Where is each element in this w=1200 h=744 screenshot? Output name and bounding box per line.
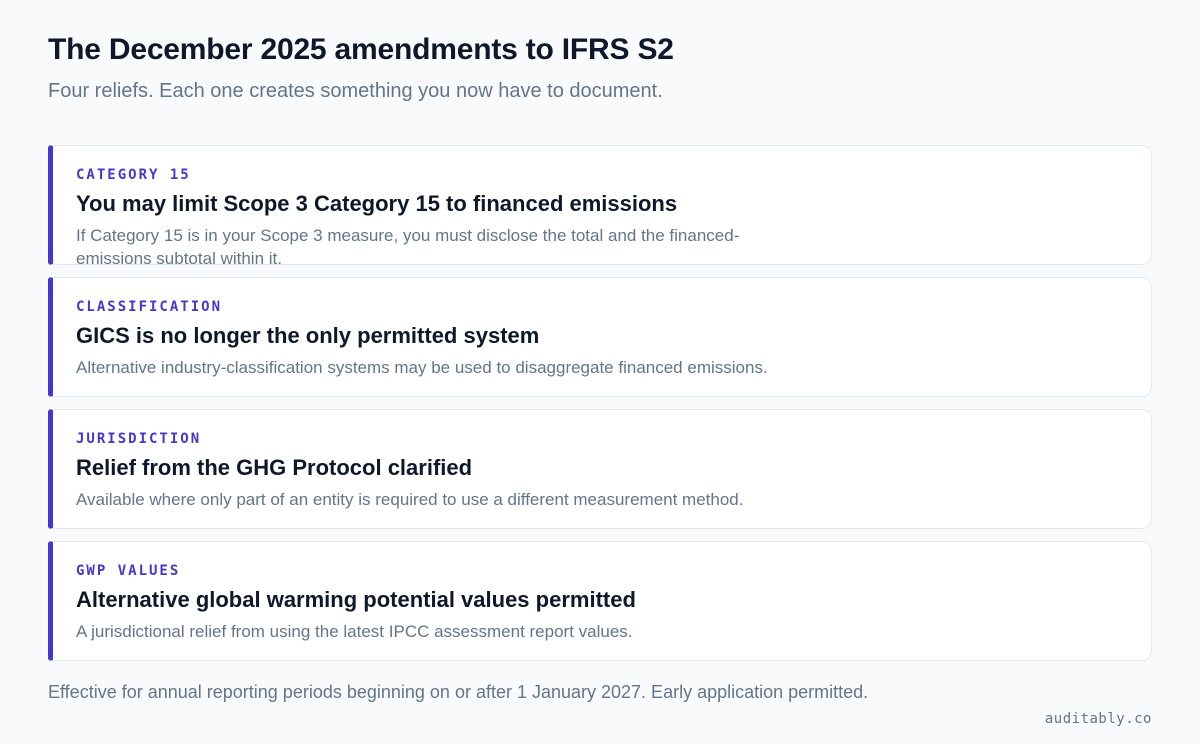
relief-card-classification: CLASSIFICATION GICS is no longer the onl… xyxy=(48,277,1152,397)
relief-card-category-15: CATEGORY 15 You may limit Scope 3 Catego… xyxy=(48,145,1152,265)
card-tag: CATEGORY 15 xyxy=(76,167,191,183)
card-tag: CLASSIFICATION xyxy=(76,299,223,315)
page-title: The December 2025 amendments to IFRS S2 xyxy=(48,33,674,66)
card-tag: JURISDICTION xyxy=(76,431,202,447)
card-heading: Relief from the GHG Protocol clarified xyxy=(76,455,473,480)
card-body: Available where only part of an entity i… xyxy=(76,490,744,509)
card-heading: GICS is no longer the only permitted sys… xyxy=(76,323,540,348)
card-tag: GWP VALUES xyxy=(76,563,181,579)
card-body: Alternative industry-classification syst… xyxy=(76,358,768,377)
relief-card-list: CATEGORY 15 You may limit Scope 3 Catego… xyxy=(48,145,1152,673)
relief-card-jurisdiction: JURISDICTION Relief from the GHG Protoco… xyxy=(48,409,1152,529)
relief-card-gwp-values: GWP VALUES Alternative global warming po… xyxy=(48,541,1152,661)
card-heading: Alternative global warming potential val… xyxy=(76,587,636,612)
card-heading: You may limit Scope 3 Category 15 to fin… xyxy=(76,191,678,216)
card-body: A jurisdictional relief from using the l… xyxy=(76,622,633,641)
page-subtitle: Four reliefs. Each one creates something… xyxy=(48,80,663,102)
effective-date-note: Effective for annual reporting periods b… xyxy=(48,682,869,702)
brand-watermark: auditably.co xyxy=(1044,711,1152,727)
card-body: If Category 15 is in your Scope 3 measur… xyxy=(76,226,740,265)
